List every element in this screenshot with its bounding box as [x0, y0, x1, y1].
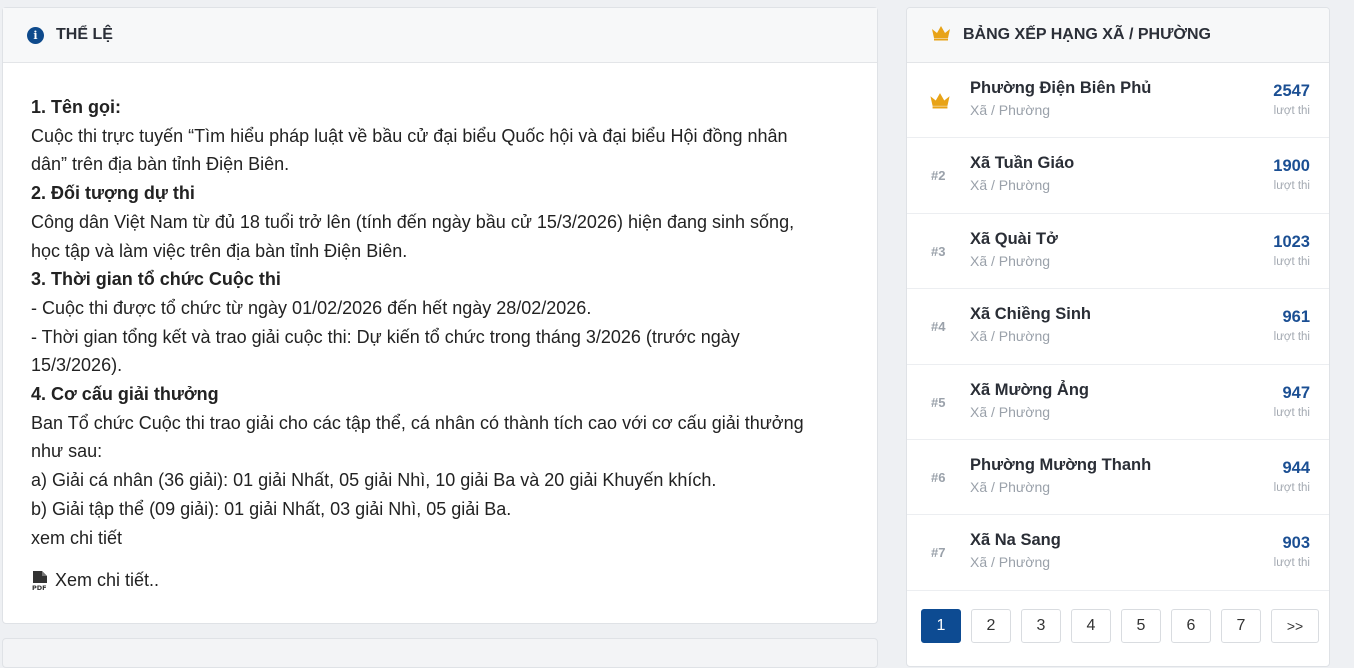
rules-body: 1. Tên gọi: Cuộc thi trực tuyến “Tìm hiể… [3, 63, 877, 595]
page-button-4[interactable]: 4 [1071, 609, 1111, 643]
ranking-item[interactable]: Phường Điện Biên Phủ Xã / Phường 2547 lư… [907, 63, 1329, 139]
ranking-item[interactable]: #3 Xã Quài Tở Xã / Phường 1023 lượt thi [907, 214, 1329, 290]
section-text: dân” trên địa bàn tỉnh Điện Biên. [31, 154, 290, 175]
ranking-panel: BẢNG XẾP HẠNG XÃ / PHƯỜNG Phường Điện Bi… [906, 7, 1330, 667]
crown-icon [931, 25, 951, 46]
page-button-6[interactable]: 6 [1171, 609, 1211, 643]
ranking-unit: lượt thi [1273, 105, 1310, 117]
ranking-name: Phường Điện Biên Phủ [970, 79, 1152, 97]
ranking-type: Xã / Phường [970, 102, 1051, 118]
ranking-type: Xã / Phường [970, 177, 1051, 194]
page-button-7[interactable]: 7 [1221, 609, 1261, 643]
ranking-count: 947 [1282, 383, 1310, 402]
ranking-count: 2547 [1273, 82, 1310, 100]
ranking-position: #7 [931, 545, 946, 561]
section-text: Ban Tổ chức Cuộc thi trao giải cho các t… [31, 412, 804, 433]
ranking-position: #2 [931, 168, 946, 184]
svg-text:PDF: PDF [32, 584, 47, 591]
ranking-name: Xã Quài Tở [970, 229, 1058, 248]
section-heading: 1. Tên gọi: [31, 97, 121, 117]
pdf-file-icon: PDF [32, 570, 47, 591]
ranking-title: BẢNG XẾP HẠNG XÃ / PHƯỜNG [963, 26, 1211, 43]
ranking-type: Xã / Phường [970, 252, 1051, 269]
ranking-item[interactable]: #4 Xã Chiềng Sinh Xã / Phường 961 lượt t… [907, 289, 1329, 365]
ranking-position: #4 [931, 319, 946, 335]
section-text: học tập và làm việc trên địa bàn tỉnh Đi… [31, 240, 408, 261]
pagination: 1 2 3 4 5 6 7 >> [921, 609, 1319, 643]
pdf-detail-link[interactable]: PDF Xem chi tiết.. [31, 566, 849, 595]
section-heading: 2. Đối tượng dự thi [31, 183, 195, 204]
next-page-button[interactable]: >> [1271, 609, 1319, 643]
ranking-name: Xã Tuần Giáo [970, 154, 1075, 173]
page-button-1[interactable]: 1 [921, 609, 961, 643]
ranking-item[interactable]: #5 Xã Mường Ảng Xã / Phường 947 lượt thi [907, 365, 1329, 440]
crown-icon [929, 92, 951, 114]
section-text: như sau: [31, 441, 103, 462]
ranking-name: Phường Mường Thanh [970, 455, 1152, 474]
section-text: Công dân Việt Nam từ đủ 18 tuổi trở lên … [31, 211, 795, 232]
section-text: - Cuộc thi được tổ chức từ ngày 01/02/20… [31, 297, 592, 318]
section-heading: 4. Cơ cấu giải thưởng [31, 384, 219, 405]
section-text: Cuộc thi trực tuyến “Tìm hiểu pháp luật … [31, 125, 788, 146]
ranking-unit: lượt thi [1273, 557, 1310, 570]
ranking-count: 1900 [1273, 157, 1310, 176]
section-text: - Thời gian tổng kết và trao giải cuộc t… [31, 326, 740, 347]
ranking-position: #6 [931, 469, 946, 485]
ranking-unit: lượt thi [1273, 406, 1310, 419]
rules-panel: i THỂ LỆ 1. Tên gọi: Cuộc thi trực tuyến… [2, 7, 878, 624]
ranking-count: 903 [1282, 534, 1310, 553]
ranking-name: Xã Mường Ảng [970, 380, 1090, 399]
page-button-2[interactable]: 2 [971, 609, 1011, 643]
ranking-position: #5 [931, 394, 946, 410]
lower-panel [2, 638, 878, 668]
ranking-unit: lượt thi [1273, 255, 1310, 268]
ranking-name: Xã Chiềng Sinh [970, 305, 1092, 324]
ranking-type: Xã / Phường [970, 328, 1051, 345]
section-text: 15/3/2026). [31, 355, 123, 376]
ranking-type: Xã / Phường [970, 478, 1051, 495]
ranking-type: Xã / Phường [970, 554, 1051, 571]
rules-title: THỂ LỆ [56, 26, 113, 43]
ranking-unit: lượt thi [1273, 481, 1310, 494]
section-text: a) Giải cá nhân (36 giải): 01 giải Nhất,… [31, 470, 717, 491]
rules-header: i THỂ LỆ [3, 8, 877, 63]
ranking-unit: lượt thi [1273, 180, 1310, 193]
info-icon: i [27, 26, 44, 44]
ranking-item[interactable]: #7 Xã Na Sang Xã / Phường 903 lượt thi [907, 515, 1329, 591]
page-button-3[interactable]: 3 [1021, 609, 1061, 643]
ranking-item[interactable]: #2 Xã Tuần Giáo Xã / Phường 1900 lượt th… [907, 138, 1329, 214]
page-button-5[interactable]: 5 [1121, 609, 1161, 643]
ranking-position: #3 [931, 243, 946, 259]
ranking-name: Xã Na Sang [970, 531, 1061, 550]
ranking-header: BẢNG XẾP HẠNG XÃ / PHƯỜNG [907, 8, 1329, 63]
pdf-link-label[interactable]: Xem chi tiết.. [55, 566, 159, 595]
section-heading: 3. Thời gian tổ chức Cuộc thi [31, 269, 281, 290]
ranking-item[interactable]: #6 Phường Mường Thanh Xã / Phường 944 lư… [907, 440, 1329, 516]
ranking-unit: lượt thi [1273, 331, 1310, 344]
ranking-count: 944 [1282, 458, 1310, 477]
section-text: xem chi tiết [31, 527, 123, 548]
ranking-type: Xã / Phường [970, 403, 1051, 420]
ranking-count: 961 [1282, 308, 1310, 327]
section-text: b) Giải tập thể (09 giải): 01 giải Nhất,… [31, 498, 512, 519]
ranking-count: 1023 [1273, 232, 1310, 251]
